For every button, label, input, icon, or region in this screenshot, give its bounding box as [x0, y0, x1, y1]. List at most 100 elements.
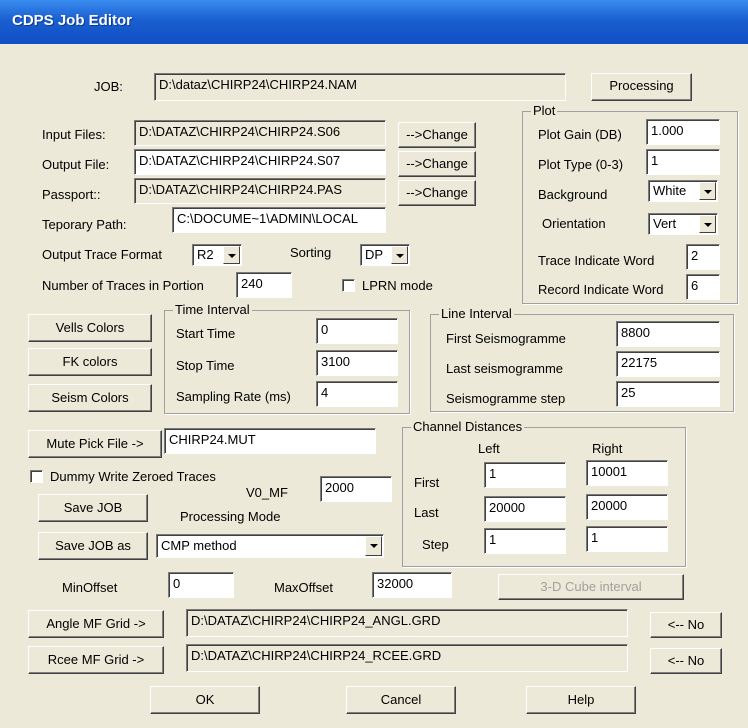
traces-portion-field[interactable]: 240: [236, 272, 292, 298]
lprn-label: LPRN mode: [362, 278, 433, 293]
stop-time-label: Stop Time: [176, 358, 235, 373]
background-select[interactable]: White: [648, 180, 718, 202]
v0-mf-field[interactable]: 2000: [320, 476, 392, 502]
processing-mode-select[interactable]: CMP method: [156, 534, 384, 558]
save-job-button[interactable]: Save JOB: [38, 494, 148, 522]
sorting-select[interactable]: DP: [360, 244, 410, 266]
min-offset-field[interactable]: 0: [168, 572, 234, 598]
orientation-value: Vert: [653, 216, 677, 231]
channel-right-header: Right: [592, 441, 623, 456]
temp-path-label: Teporary Path:: [42, 217, 127, 232]
background-label: Background: [538, 187, 608, 202]
channel-last-label: Last: [414, 505, 439, 520]
lprn-checkbox[interactable]: [342, 279, 355, 292]
channel-first-left-field[interactable]: 1: [484, 462, 566, 488]
angle-no-button[interactable]: <-- No: [650, 612, 722, 638]
title-bar[interactable]: CDPS Job Editor: [0, 0, 748, 44]
sorting-value: DP: [365, 247, 384, 262]
plot-gain-label: Plot Gain (DB): [538, 127, 622, 142]
start-time-field[interactable]: 0: [316, 318, 398, 344]
line-interval-title: Line Interval: [439, 306, 514, 322]
chevron-down-icon[interactable]: [699, 182, 716, 200]
channel-left-header: Left: [478, 441, 500, 456]
first-seis-field[interactable]: 8800: [616, 321, 720, 347]
window-title: CDPS Job Editor: [12, 12, 133, 29]
input-files-field[interactable]: D:\DATAZ\CHIRP24\CHIRP24.S06: [134, 120, 386, 146]
trace-word-field[interactable]: 2: [686, 244, 720, 270]
rcee-mf-grid-button[interactable]: Rcee MF Grid ->: [28, 646, 164, 674]
rcee-mf-grid-field[interactable]: D:\DATAZ\CHIRP24\CHIRP24_RCEE.GRD: [186, 644, 628, 672]
channel-step-left-field[interactable]: 1: [484, 528, 566, 554]
trace-format-label: Output Trace Format: [42, 247, 162, 262]
last-seis-field[interactable]: 22175: [616, 351, 720, 377]
last-seis-label: Last seismogramme: [446, 361, 564, 376]
mute-pick-file-button[interactable]: Mute Pick File ->: [28, 430, 162, 458]
output-file-label: Output File:: [42, 157, 110, 172]
stop-time-field[interactable]: 3100: [316, 350, 398, 376]
record-word-label: Record Indicate Word: [538, 282, 664, 297]
channel-first-label: First: [414, 475, 440, 490]
plot-type-label: Plot Type (0-3): [538, 157, 624, 172]
seism-colors-button[interactable]: Seism Colors: [28, 384, 152, 412]
trace-word-label: Trace Indicate Word: [538, 253, 655, 268]
input-files-label: Input Files:: [42, 127, 106, 142]
processing-mode-label: Processing Mode: [180, 509, 281, 524]
passport-field[interactable]: D:\DATAZ\CHIRP24\CHIRP24.PAS: [134, 178, 386, 204]
plot-group-title: Plot: [531, 103, 558, 119]
save-job-as-button[interactable]: Save JOB as: [38, 532, 148, 560]
record-word-field[interactable]: 6: [686, 274, 720, 300]
cancel-button[interactable]: Cancel: [346, 686, 456, 714]
output-file-field[interactable]: D:\DATAZ\CHIRP24\CHIRP24.S07: [134, 149, 386, 175]
mute-pick-file-field[interactable]: CHIRP24.MUT: [164, 428, 376, 454]
input-change-button[interactable]: -->Change: [398, 122, 476, 148]
orientation-label: Orientation: [542, 216, 606, 231]
dummy-write-checkbox[interactable]: [30, 470, 43, 483]
chevron-down-icon[interactable]: [223, 246, 240, 264]
max-offset-label: MaxOffset: [274, 580, 334, 595]
plot-gain-field[interactable]: 1.000: [646, 119, 720, 145]
angle-mf-grid-button[interactable]: Angle MF Grid ->: [28, 610, 164, 638]
passport-change-button[interactable]: -->Change: [398, 180, 476, 206]
seis-step-field[interactable]: 25: [616, 381, 720, 407]
job-label: JOB:: [94, 79, 123, 94]
trace-format-select[interactable]: R2: [192, 244, 242, 266]
sampling-rate-label: Sampling Rate (ms): [176, 389, 291, 404]
fk-colors-button[interactable]: FK colors: [28, 348, 152, 376]
ok-button[interactable]: OK: [150, 686, 260, 714]
channel-step-label: Step: [422, 537, 449, 552]
dummy-write-label: Dummy Write Zeroed Traces: [50, 469, 216, 484]
channel-step-right-field[interactable]: 1: [586, 526, 668, 552]
min-offset-label: MinOffset: [62, 580, 118, 595]
sampling-rate-field[interactable]: 4: [316, 381, 398, 407]
traces-portion-label: Number of Traces in Portion: [42, 278, 204, 293]
cube-interval-button[interactable]: 3-D Cube interval: [498, 574, 684, 600]
first-seis-label: First Seismogramme: [446, 331, 566, 346]
angle-mf-grid-field[interactable]: D:\DATAZ\CHIRP24\CHIRP24_ANGL.GRD: [186, 609, 628, 637]
time-interval-title: Time Interval: [173, 302, 252, 318]
channel-last-right-field[interactable]: 20000: [586, 494, 668, 520]
help-button[interactable]: Help: [526, 686, 636, 714]
output-change-button[interactable]: -->Change: [398, 151, 476, 177]
vells-colors-button[interactable]: Vells Colors: [28, 314, 152, 342]
rcee-no-button[interactable]: <-- No: [650, 648, 722, 674]
processing-button[interactable]: Processing: [591, 73, 692, 101]
sorting-label: Sorting: [290, 245, 332, 260]
chevron-down-icon[interactable]: [365, 536, 382, 556]
seis-step-label: Seismogramme step: [446, 391, 566, 406]
temp-path-field[interactable]: C:\DOCUME~1\ADMIN\LOCAL: [172, 207, 386, 233]
max-offset-field[interactable]: 32000: [372, 572, 452, 598]
trace-format-value: R2: [197, 247, 214, 262]
start-time-label: Start Time: [176, 326, 236, 341]
chevron-down-icon[interactable]: [391, 246, 408, 264]
channel-last-left-field[interactable]: 20000: [484, 496, 566, 522]
chevron-down-icon[interactable]: [699, 215, 716, 233]
channel-distances-title: Channel Distances: [411, 419, 525, 435]
v0-mf-label: V0_MF: [246, 485, 288, 500]
orientation-select[interactable]: Vert: [648, 213, 718, 235]
processing-mode-value: CMP method: [161, 538, 237, 553]
passport-label: Passport::: [42, 187, 101, 202]
job-path-field[interactable]: D:\dataz\CHIRP24\CHIRP24.NAM: [154, 73, 566, 101]
background-value: White: [653, 183, 687, 198]
channel-first-right-field[interactable]: 10001: [586, 460, 668, 486]
plot-type-field[interactable]: 1: [646, 149, 720, 175]
